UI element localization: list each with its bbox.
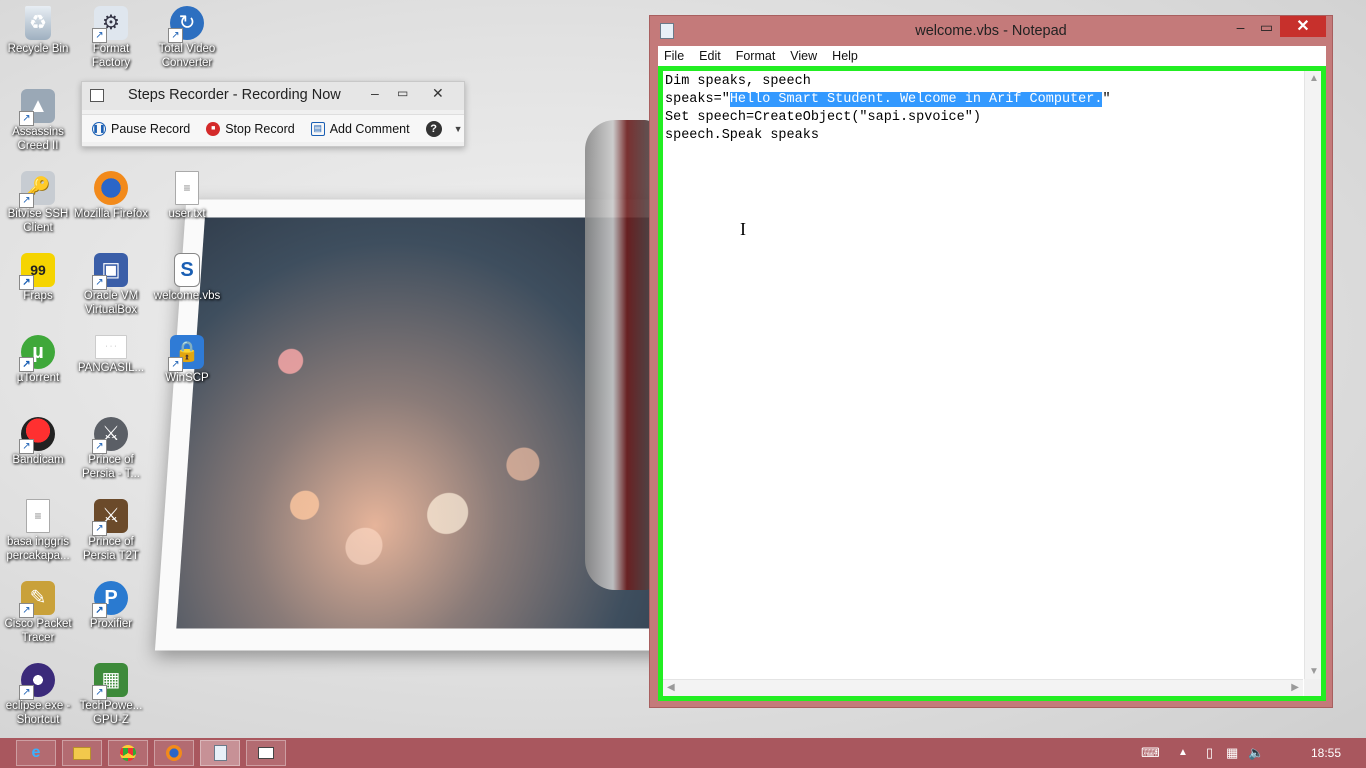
firefox-icon <box>94 171 128 205</box>
fraps-icon: 99 <box>19 253 55 290</box>
desktop-icon-recycle-bin[interactable]: ♻ Recycle Bin <box>0 6 76 56</box>
volume-icon[interactable]: 🔈 <box>1248 745 1264 761</box>
menu-view[interactable]: View <box>790 49 817 63</box>
text-file-icon: ≡ <box>26 499 50 533</box>
steps-close-button[interactable]: ✕ <box>432 85 444 102</box>
scroll-left-icon[interactable]: ◀ <box>667 682 675 693</box>
desktop-icon-firefox[interactable]: Mozilla Firefox <box>73 171 149 221</box>
desktop-icon-gpu-z[interactable]: ▦ TechPowe... GPU-Z <box>73 663 149 727</box>
vbs-script-icon: S <box>174 253 200 287</box>
clock[interactable]: 18:55 <box>1311 746 1341 760</box>
steps-recorder-toolbar: ❚❚ Pause Record ■ Stop Record ▤ Add Comm… <box>82 114 464 142</box>
steps-maximize-button[interactable]: ▭ <box>397 86 408 100</box>
pause-record-button[interactable]: ❚❚ Pause Record <box>92 121 190 136</box>
code-line-2: speaks="Hello Smart Student. Welcome in … <box>665 92 1111 107</box>
desktop-icon-total-video-converter[interactable]: ↻ Total Video Converter <box>149 6 225 70</box>
desktop-icon-prince-of-persia-t[interactable]: ⚔ Prince of Persia - T... <box>73 417 149 481</box>
desktop-icon-basa-inggris[interactable]: ≡ basa inggris percakapa... <box>0 499 76 563</box>
chevron-up-icon[interactable]: ▲ <box>1178 747 1188 758</box>
close-button[interactable]: ✕ <box>1280 16 1326 37</box>
vertical-scrollbar[interactable]: ▲ ▼ <box>1304 71 1321 679</box>
gpu-z-icon: ▦ <box>92 663 128 700</box>
code-line-4: speech.Speak speaks <box>665 128 819 143</box>
network-icon[interactable]: ▦ <box>1226 745 1238 761</box>
cisco-packet-tracer-icon: ✎ <box>19 581 55 618</box>
desktop-icon-prince-of-persia-t2t[interactable]: ⚔ Prince of Persia T2T <box>73 499 149 563</box>
recycle-bin-icon: ♻ <box>25 6 51 40</box>
editor-text[interactable]: Dim speaks, speech speaks="Hello Smart S… <box>665 73 1111 145</box>
format-factory-icon: ⚙ <box>92 6 128 43</box>
desktop-icon-cisco-packet-tracer[interactable]: ✎ Cisco Packet Tracer <box>0 581 76 645</box>
desktop-icon-pangasil[interactable]: · · · PANGASIL... <box>73 335 149 375</box>
desktop-icon-assassins-creed[interactable]: ▲ Assassins Creed II <box>0 89 76 153</box>
desktop-icon-user-txt[interactable]: ≡ user.txt <box>149 171 225 221</box>
total-video-converter-icon: ↻ <box>168 6 204 43</box>
file-explorer-icon[interactable] <box>62 740 102 766</box>
utorrent-icon: µ <box>19 335 55 372</box>
document-thumbnail-icon: · · · <box>95 335 127 359</box>
desktop-icon-utorrent[interactable]: µ µTorrent <box>0 335 76 385</box>
size-grip[interactable] <box>1304 679 1321 696</box>
assassins-creed-icon: ▲ <box>19 89 55 126</box>
stop-icon: ■ <box>206 121 221 136</box>
desktop-icon-winscp[interactable]: 🔒 WinSCP <box>149 335 225 385</box>
notepad-icon[interactable] <box>200 740 240 766</box>
menu-bar: File Edit Format View Help <box>658 46 1326 66</box>
desktop-icon-bitvise[interactable]: 🔑 Bitvise SSH Client <box>0 171 76 235</box>
desktop-icon-welcome-vbs[interactable]: S welcome.vbs <box>149 253 225 303</box>
comment-icon: ▤ <box>310 121 325 136</box>
wallpaper-figure <box>585 120 655 590</box>
steps-recorder-window[interactable]: Steps Recorder - Recording Now – ▭ ✕ ❚❚ … <box>81 81 465 147</box>
desktop-icon-proxifier[interactable]: P Proxifier <box>73 581 149 631</box>
firefox-icon[interactable] <box>154 740 194 766</box>
maximize-button[interactable]: ▭ <box>1253 16 1280 38</box>
eclipse-icon <box>19 663 55 700</box>
help-icon[interactable]: ? <box>425 120 442 137</box>
text-file-icon: ≡ <box>175 171 199 205</box>
menu-help[interactable]: Help <box>832 49 858 63</box>
minimize-button[interactable]: – <box>1227 16 1254 38</box>
taskbar: e ⌨ ▲ ▯ ▦ 🔈 18:55 <box>0 738 1366 768</box>
scroll-down-icon[interactable]: ▼ <box>1309 666 1319 677</box>
bandicam-icon <box>19 417 55 454</box>
keyboard-icon[interactable]: ⌨ <box>1141 745 1160 761</box>
notepad-window[interactable]: welcome.vbs - Notepad – ▭ ✕ File Edit Fo… <box>649 15 1333 708</box>
horizontal-scrollbar[interactable]: ◀ ▶ <box>663 679 1303 696</box>
prince-of-persia-icon: ⚔ <box>92 499 128 536</box>
text-editor-area[interactable]: Dim speaks, speech speaks="Hello Smart S… <box>658 66 1326 701</box>
scroll-up-icon[interactable]: ▲ <box>1309 73 1319 84</box>
pause-icon: ❚❚ <box>92 121 106 136</box>
winscp-icon: 🔒 <box>168 335 204 372</box>
menu-file[interactable]: File <box>664 49 684 63</box>
bitvise-icon: 🔑 <box>19 171 55 208</box>
chrome-icon[interactable] <box>108 740 148 766</box>
battery-icon[interactable]: ▯ <box>1206 745 1213 761</box>
desktop-icon-eclipse[interactable]: eclipse.exe - Shortcut <box>0 663 76 727</box>
menu-format[interactable]: Format <box>736 49 776 63</box>
prince-of-persia-icon: ⚔ <box>92 417 128 454</box>
internet-explorer-icon[interactable]: e <box>16 740 56 766</box>
desktop-icon-format-factory[interactable]: ⚙ Format Factory <box>73 6 149 70</box>
virtualbox-icon: ▣ <box>92 253 128 290</box>
steps-recorder-icon[interactable] <box>246 740 286 766</box>
add-comment-button[interactable]: ▤ Add Comment <box>310 121 410 136</box>
steps-recorder-titlebar: Steps Recorder - Recording Now – ▭ ✕ <box>82 82 464 110</box>
steps-recorder-title: Steps Recorder - Recording Now <box>128 87 341 103</box>
steps-minimize-button[interactable]: – <box>371 85 379 101</box>
desktop-icon-virtualbox[interactable]: ▣ Oracle VM VirtualBox <box>73 253 149 317</box>
proxifier-icon: P <box>92 581 128 618</box>
menu-edit[interactable]: Edit <box>699 49 721 63</box>
steps-recorder-icon <box>90 89 104 102</box>
chevron-down-icon[interactable]: ▼ <box>454 124 463 134</box>
desktop-icon-bandicam[interactable]: Bandicam <box>0 417 76 467</box>
desktop-icon-fraps[interactable]: 99 Fraps <box>0 253 76 303</box>
text-cursor-icon: I <box>740 219 746 239</box>
code-line-3: Set speech=CreateObject("sapi.spvoice") <box>665 110 981 125</box>
selected-text: Hello Smart Student. Welcome in Arif Com… <box>729 92 1103 107</box>
code-line-1: Dim speaks, speech <box>665 74 811 89</box>
stop-record-button[interactable]: ■ Stop Record <box>206 121 295 136</box>
scroll-right-icon[interactable]: ▶ <box>1291 682 1299 693</box>
